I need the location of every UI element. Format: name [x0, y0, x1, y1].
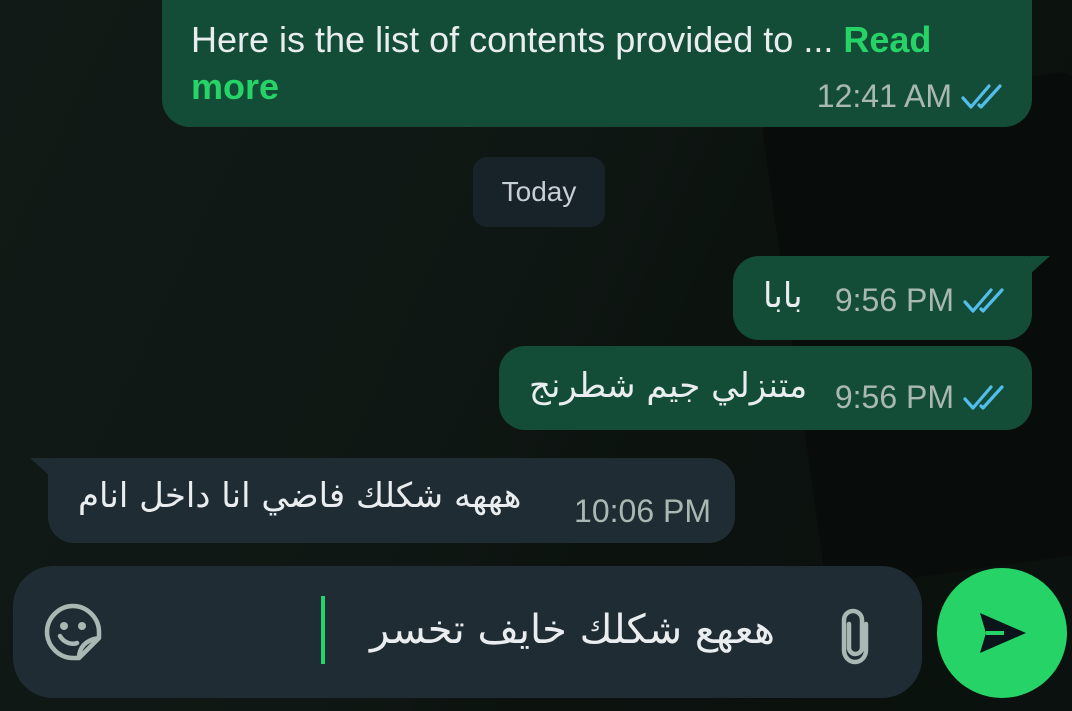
message-meta: 9:56 PM — [835, 282, 1008, 319]
message-meta: 12:41 AM — [817, 78, 1006, 115]
message-text: هههه شكلك فاضي انا داخل انام — [78, 476, 522, 516]
send-icon — [980, 613, 1026, 653]
message-meta: 9:56 PM — [835, 379, 1008, 416]
read-ticks-icon — [961, 83, 1002, 109]
message-bubble-outgoing[interactable]: متنزلي جيم شطرنج 9:56 PM — [499, 346, 1032, 430]
message-meta: 10:06 PM — [574, 493, 711, 530]
message-composer — [13, 566, 922, 698]
read-ticks-icon — [963, 384, 1004, 410]
message-preview: Here is the list of contents provided to… — [191, 19, 834, 60]
message-time: 12:41 AM — [816, 78, 952, 114]
message-time: 9:56 PM — [834, 282, 954, 318]
paperclip-icon[interactable] — [831, 606, 881, 666]
date-divider: Today — [473, 157, 605, 227]
message-text: متنزلي جيم شطرنج — [529, 366, 808, 406]
text-cursor — [321, 596, 325, 664]
message-bubble-outgoing[interactable]: بابا 9:56 PM — [733, 256, 1050, 340]
message-bubble-incoming[interactable]: هههه شكلك فاضي انا داخل انام 10:06 PM — [30, 458, 735, 543]
read-ticks-icon — [963, 287, 1004, 313]
message-bubble-outgoing[interactable]: Here is the list of contents provided to… — [162, 0, 1032, 127]
message-time: 10:06 PM — [574, 493, 711, 529]
message-input[interactable] — [313, 594, 777, 666]
sticker-icon[interactable] — [43, 602, 103, 662]
message-text: بابا — [763, 276, 803, 316]
message-time: 9:56 PM — [834, 379, 954, 415]
send-button[interactable] — [937, 568, 1067, 698]
chat-screen: Here is the list of contents provided to… — [0, 0, 1072, 711]
